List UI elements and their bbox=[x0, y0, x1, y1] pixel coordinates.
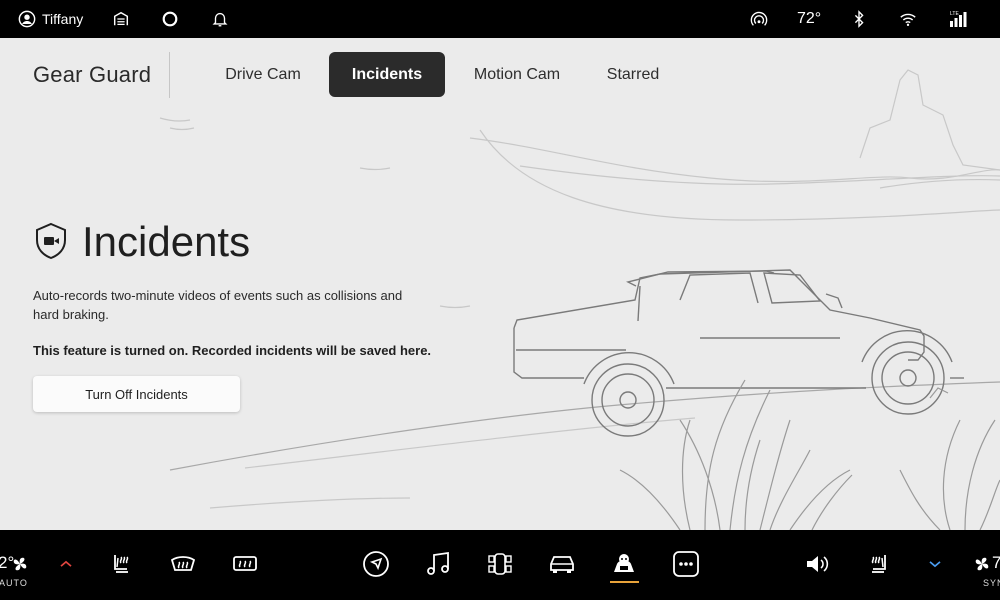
cellular-status: LTE bbox=[949, 0, 969, 38]
tab-motion-cam[interactable]: Motion Cam bbox=[460, 52, 574, 97]
passenger-fan-button[interactable] bbox=[972, 554, 992, 574]
chevron-up-icon bbox=[60, 560, 72, 567]
seat-heat-right-icon bbox=[871, 555, 886, 573]
hotspot-icon bbox=[750, 11, 768, 26]
hotspot-status[interactable] bbox=[750, 0, 768, 38]
bluetooth-icon bbox=[854, 10, 864, 28]
passenger-temperature[interactable]: 7 bbox=[992, 553, 1000, 573]
status-bar: Tiffany 72° LTE bbox=[0, 0, 1000, 38]
vehicle-controls-button[interactable] bbox=[486, 550, 514, 578]
front-defrost-button[interactable] bbox=[169, 550, 197, 578]
media-button[interactable] bbox=[424, 550, 452, 578]
passenger-climate-mode: SYN bbox=[983, 578, 1000, 588]
chevron-down-icon bbox=[929, 561, 941, 568]
more-icon bbox=[673, 551, 699, 577]
bottom-dock: 2° AUTO 7 SYN bbox=[0, 530, 1000, 600]
vehicle-controls-icon bbox=[488, 553, 512, 575]
car-icon bbox=[550, 556, 574, 573]
assistant-button[interactable] bbox=[161, 0, 179, 38]
user-icon bbox=[18, 10, 36, 28]
driver-seat-heat-button[interactable] bbox=[107, 550, 135, 578]
driver-climate-mode: AUTO bbox=[0, 578, 28, 588]
lte-label: LTE bbox=[950, 11, 959, 17]
vehicle-button[interactable] bbox=[548, 550, 576, 578]
page-title: Incidents bbox=[82, 218, 251, 265]
rear-defrost-button[interactable] bbox=[231, 550, 259, 578]
volume-button[interactable] bbox=[803, 550, 831, 578]
assistant-icon bbox=[162, 11, 178, 27]
app-title: Gear Guard bbox=[33, 62, 152, 87]
passenger-seat-heat-button[interactable] bbox=[865, 550, 893, 578]
front-defrost-icon bbox=[170, 556, 196, 571]
gear-guard-button[interactable] bbox=[610, 550, 638, 578]
fan-right-icon bbox=[975, 557, 989, 571]
user-name: Tiffany bbox=[42, 11, 84, 27]
shield-camera-icon bbox=[36, 222, 66, 260]
garage-button[interactable] bbox=[112, 0, 130, 38]
cellular-icon: LTE bbox=[950, 11, 967, 27]
navigation-icon bbox=[363, 551, 389, 577]
music-icon bbox=[427, 551, 449, 575]
temperature-down-button[interactable] bbox=[921, 550, 949, 578]
gear-guard-icon bbox=[614, 554, 634, 572]
wifi-icon bbox=[900, 13, 916, 27]
navigation-button[interactable] bbox=[362, 550, 390, 578]
main-panel: Gear Guard Drive Cam Incidents Motion Ca… bbox=[0, 38, 1000, 530]
header-divider bbox=[169, 52, 170, 98]
notifications-button[interactable] bbox=[211, 0, 229, 38]
active-app-indicator bbox=[610, 581, 639, 583]
feature-status-note: This feature is turned on. Recorded inci… bbox=[33, 343, 432, 358]
tab-starred[interactable]: Starred bbox=[590, 52, 676, 97]
garage-icon bbox=[113, 11, 129, 26]
tab-incidents[interactable]: Incidents bbox=[329, 52, 445, 97]
driver-fan-button[interactable] bbox=[10, 554, 30, 574]
temperature-up-button[interactable] bbox=[52, 550, 80, 578]
user-profile-button[interactable]: Tiffany bbox=[18, 0, 83, 38]
turn-off-incidents-button[interactable]: Turn Off Incidents bbox=[33, 376, 240, 412]
feature-description: Auto-records two-minute videos of events… bbox=[33, 288, 403, 322]
tab-drive-cam[interactable]: Drive Cam bbox=[212, 52, 314, 97]
outside-temperature: 72° bbox=[797, 10, 822, 27]
bell-icon bbox=[212, 12, 228, 27]
fan-icon bbox=[13, 557, 27, 571]
more-apps-button[interactable] bbox=[672, 550, 700, 578]
wifi-status[interactable] bbox=[899, 0, 917, 38]
volume-icon bbox=[807, 556, 829, 572]
bluetooth-status[interactable] bbox=[850, 0, 868, 38]
seat-heat-icon bbox=[114, 555, 129, 573]
truck-landscape-illustration bbox=[159, 69, 1000, 530]
rear-defrost-icon bbox=[233, 556, 257, 571]
